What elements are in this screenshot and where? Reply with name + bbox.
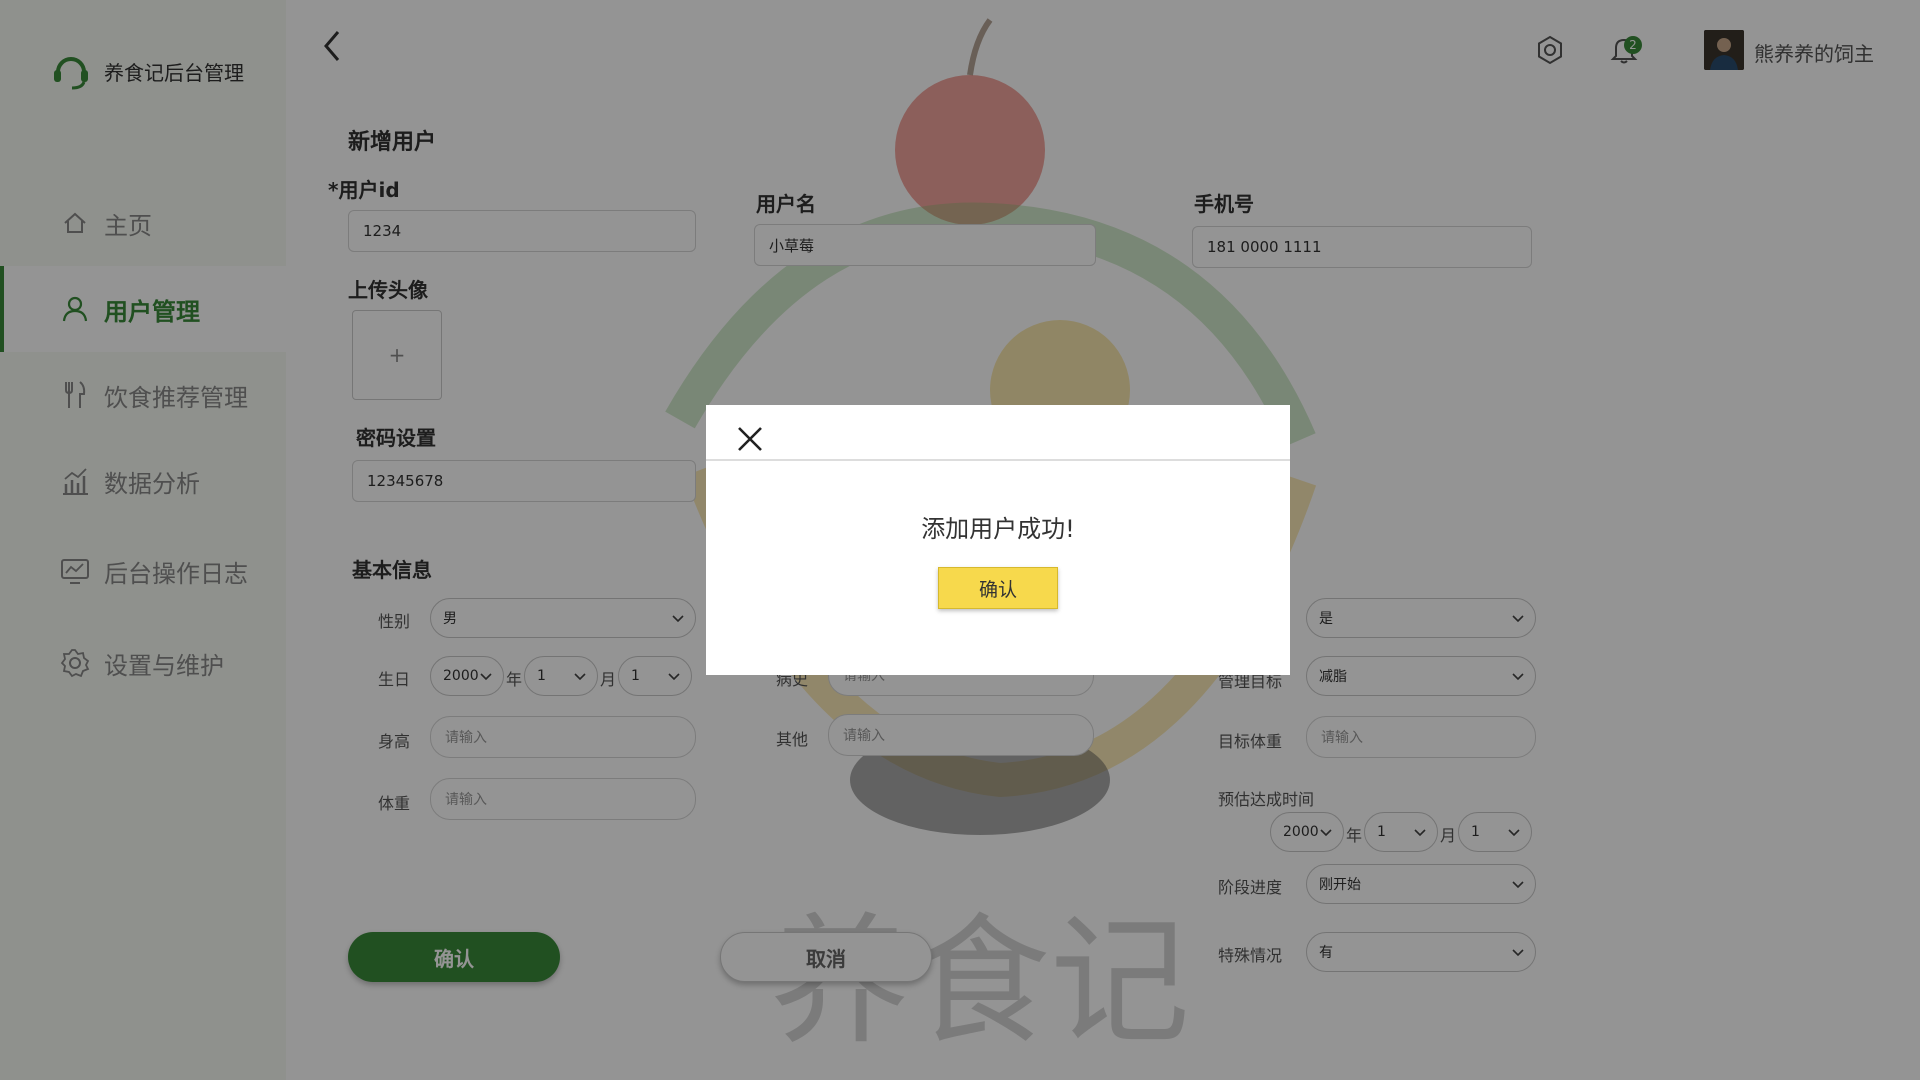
success-dialog: 添加用户成功! 确认 <box>706 405 1290 675</box>
dialog-message: 添加用户成功! <box>921 515 1075 543</box>
dialog-divider <box>706 459 1290 461</box>
close-icon[interactable] <box>734 423 766 455</box>
dialog-confirm-button[interactable]: 确认 <box>938 567 1058 609</box>
